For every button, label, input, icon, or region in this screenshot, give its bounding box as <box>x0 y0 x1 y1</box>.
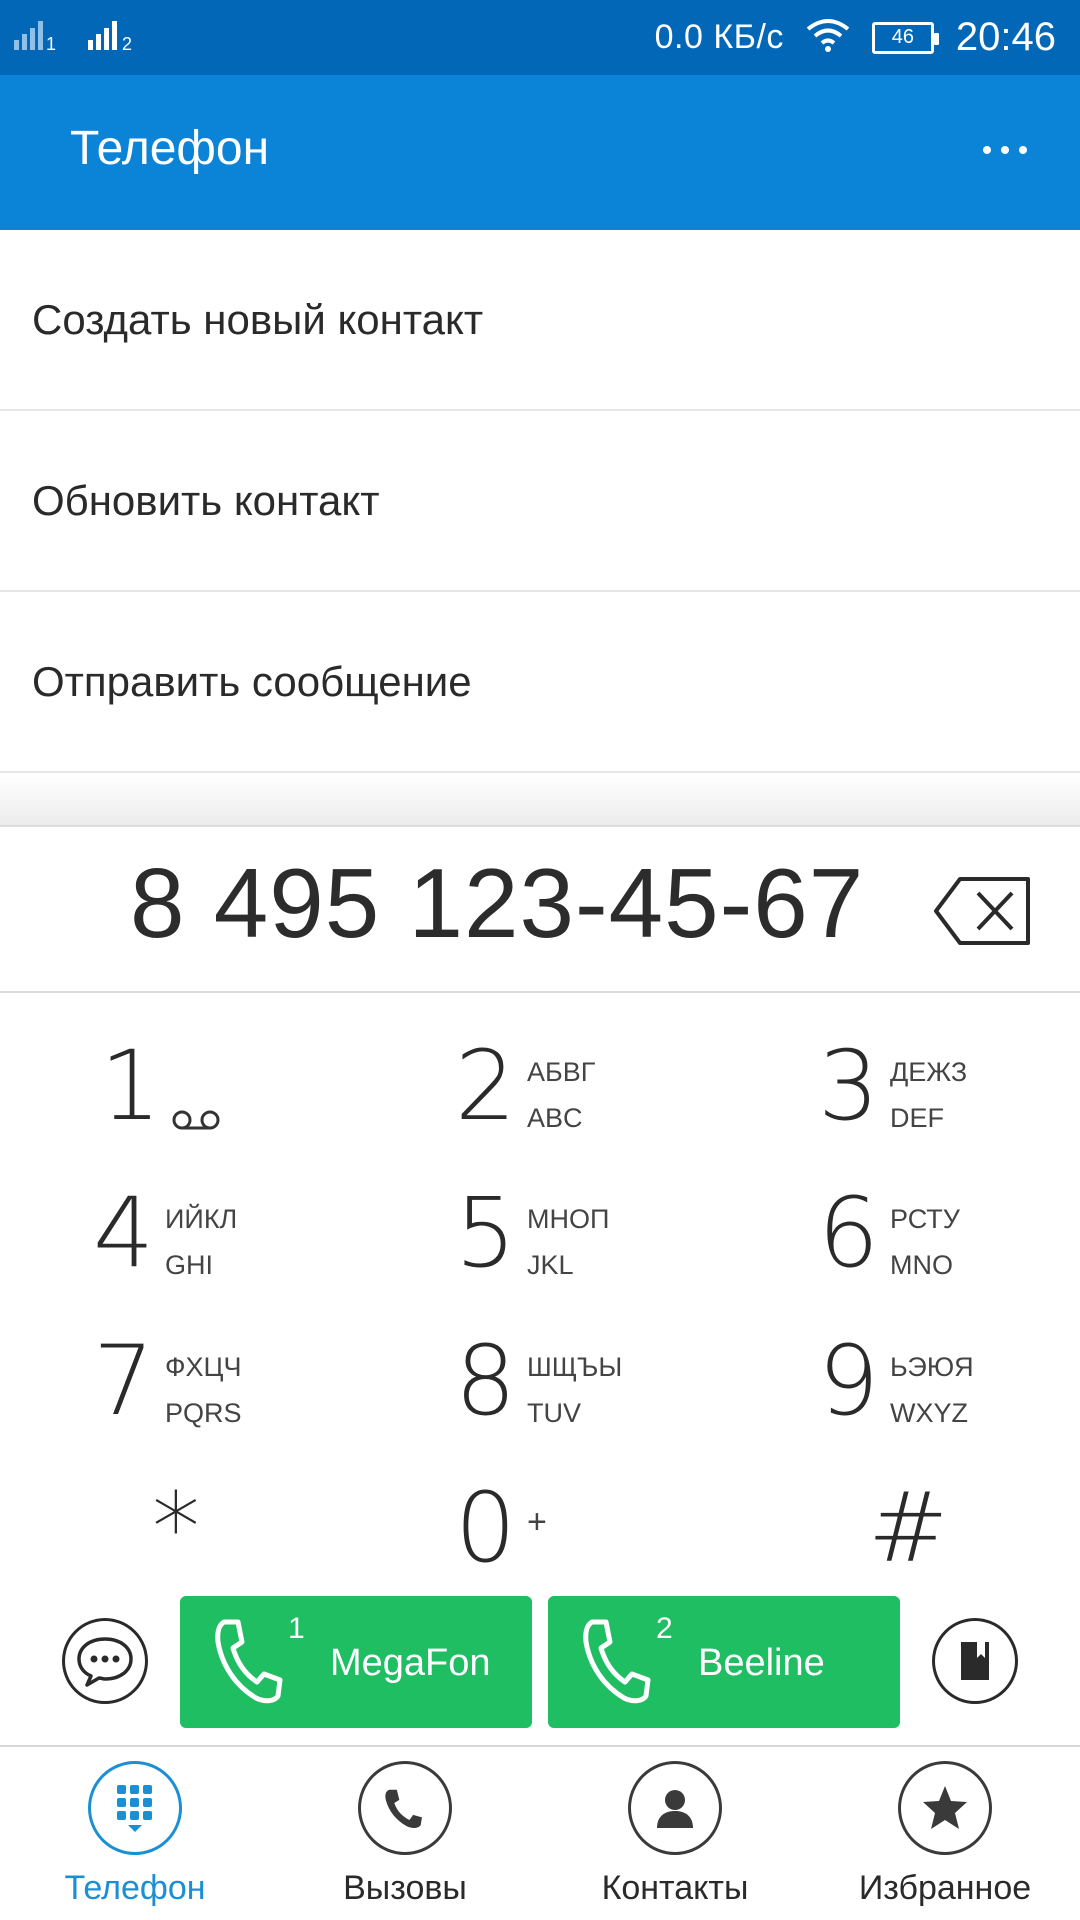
key-letters-cyrillic: ДЕЖЗ <box>890 1057 968 1087</box>
key-letters-latin: MNO <box>890 1250 953 1280</box>
key-6[interactable]: 6 РСТУ MNO <box>818 1178 1038 1308</box>
clock: 20:46 <box>955 15 1056 59</box>
contacts-book-button[interactable] <box>932 1618 1018 1704</box>
key-digit: 1 <box>100 1030 162 1142</box>
tab-phone[interactable]: Телефон <box>20 1761 250 1920</box>
app-bar: Телефон <box>0 75 1080 230</box>
phone-icon <box>358 1761 452 1855</box>
sim1-number: 1 <box>46 34 57 54</box>
tab-calls[interactable]: Вызовы <box>290 1761 520 1920</box>
key-1[interactable]: 1 <box>100 1031 320 1161</box>
sim-number: 2 <box>656 1612 673 1645</box>
key-letters-cyrillic: РСТУ <box>890 1204 960 1234</box>
star-icon <box>898 1761 992 1855</box>
number-display: 8 495 123-45-67 <box>0 825 1080 993</box>
call-sim2-button[interactable]: 2 Beeline <box>548 1596 900 1728</box>
carrier-name: MegaFon <box>330 1642 491 1684</box>
key-letters-latin: ABC <box>527 1103 583 1133</box>
key-digit: 0 <box>455 1472 517 1584</box>
key-letters-latin: GHI <box>165 1250 214 1280</box>
key-9[interactable]: 9 ЬЭЮЯ WXYZ <box>818 1326 1038 1456</box>
send-sms-button[interactable] <box>62 1618 148 1704</box>
create-contact-option[interactable]: Создать новый контакт <box>0 230 1080 411</box>
call-action-row: 1 MegaFon 2 Beeline <box>0 1590 1080 1730</box>
phone-icon <box>215 1619 283 1704</box>
dialed-number[interactable]: 8 495 123-45-67 <box>130 847 864 960</box>
key-digit: # <box>868 1472 949 1584</box>
backspace-button[interactable] <box>932 875 1032 947</box>
overflow-menu-button[interactable] <box>970 125 1040 175</box>
dot-icon <box>1019 146 1027 154</box>
key-digit: 4 <box>93 1177 155 1289</box>
key-letters-cyrillic: ЬЭЮЯ <box>890 1352 974 1382</box>
carrier-name: Beeline <box>698 1642 825 1684</box>
key-plus-sign: + <box>527 1503 547 1541</box>
sim-number: 1 <box>288 1612 305 1645</box>
sim2-number: 2 <box>122 34 133 54</box>
key-digit: 9 <box>818 1325 880 1437</box>
key-0[interactable]: 0 + <box>455 1473 675 1603</box>
contact-book-icon <box>961 1642 989 1680</box>
key-letters-cyrillic: ИЙКЛ <box>165 1204 238 1234</box>
key-letters-cyrillic: ФХЦЧ <box>165 1352 242 1382</box>
phone-icon <box>583 1619 651 1704</box>
message-bubble-icon <box>77 1637 133 1687</box>
key-5[interactable]: 5 МНОП JKL <box>455 1178 675 1308</box>
data-speed: 0.0 КБ/с <box>654 18 784 56</box>
key-digit: * <box>152 1472 200 1584</box>
key-letters-cyrillic: МНОП <box>527 1204 610 1234</box>
app-title: Телефон <box>70 122 270 175</box>
tab-label: Вызовы <box>343 1869 467 1907</box>
key-7[interactable]: 7 ФХЦЧ PQRS <box>93 1326 313 1456</box>
key-letters-latin: PQRS <box>165 1398 242 1428</box>
key-letters-latin: WXYZ <box>890 1398 968 1428</box>
key-digit: 6 <box>818 1177 880 1289</box>
send-message-option[interactable]: Отправить сообщение <box>0 592 1080 773</box>
backspace-icon <box>934 877 1030 945</box>
number-actions-list: Создать новый контакт Обновить контакт О… <box>0 230 1080 773</box>
key-letters-cyrillic: ШЩЪЫ <box>527 1352 623 1382</box>
key-hash[interactable]: # <box>868 1473 1080 1603</box>
key-letters-latin: TUV <box>527 1398 581 1428</box>
tab-label: Избранное <box>858 1869 1032 1907</box>
wifi-icon <box>806 17 850 58</box>
dialpad-icon <box>88 1761 182 1855</box>
person-icon <box>628 1761 722 1855</box>
key-letters-latin: DEF <box>890 1103 944 1133</box>
key-digit: 8 <box>455 1325 517 1437</box>
dialpad: 1 2 АБВГ ABC 3 ДЕЖЗ DEF 4 ИЙКЛ GHI 5 МНО… <box>0 993 1080 1585</box>
call-sim1-button[interactable]: 1 MegaFon <box>180 1596 532 1728</box>
tab-favorites[interactable]: Избранное <box>830 1761 1060 1920</box>
status-bar: 1 2 0.0 КБ/с 46 20:46 <box>0 0 1080 75</box>
key-8[interactable]: 8 ШЩЪЫ TUV <box>455 1326 675 1456</box>
battery-level: 46 <box>891 26 915 48</box>
key-3[interactable]: 3 ДЕЖЗ DEF <box>818 1031 1038 1161</box>
key-digit: 3 <box>818 1030 880 1142</box>
key-4[interactable]: 4 ИЙКЛ GHI <box>93 1178 313 1308</box>
key-digit: 7 <box>93 1325 155 1437</box>
voicemail-icon <box>172 1107 222 1138</box>
dot-icon <box>983 146 991 154</box>
key-digit: 2 <box>455 1030 517 1142</box>
battery-icon: 46 <box>871 21 939 54</box>
tab-label: Телефон <box>64 1869 206 1907</box>
key-letters-cyrillic: АБВГ <box>527 1057 596 1087</box>
key-letters-latin: JKL <box>527 1250 574 1280</box>
dot-icon <box>1001 146 1009 154</box>
update-contact-option[interactable]: Обновить контакт <box>0 411 1080 592</box>
key-digit: 5 <box>455 1177 517 1289</box>
tab-contacts[interactable]: Контакты <box>560 1761 790 1920</box>
divider-shadow <box>0 775 1080 825</box>
bottom-navigation: Телефон Вызовы Контакты Избранное <box>0 1745 1080 1920</box>
tab-label: Контакты <box>601 1869 749 1907</box>
key-2[interactable]: 2 АБВГ ABC <box>455 1031 675 1161</box>
key-star[interactable]: * <box>152 1473 372 1603</box>
